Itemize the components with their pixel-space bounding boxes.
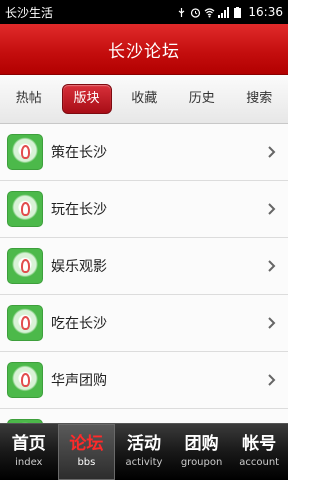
tab-hot-posts[interactable]: 热帖 [0,85,58,113]
tab-bar: 热帖 版块 收藏 历史 搜索 [0,75,288,124]
nav-bbs[interactable]: 论坛 bbs [57,424,116,480]
nav-activity[interactable]: 活动 activity [115,424,173,480]
chevron-right-icon [268,317,276,329]
title-bar: 长沙论坛 [0,24,288,75]
list-item[interactable]: 策在长沙 [0,124,288,181]
nav-sublabel: groupon [180,457,223,468]
board-thumbnail-icon [7,248,43,284]
list-item[interactable] [0,409,288,424]
list-item[interactable]: 华声团购 [0,352,288,409]
tab-favorites[interactable]: 收藏 [116,85,174,113]
bottom-nav: 首页 index 论坛 bbs 活动 activity 团购 groupon 帐… [0,423,288,480]
nav-label: 活动 [126,434,161,454]
page-title: 长沙论坛 [108,41,180,62]
status-icons: 16:36 [176,5,288,19]
wifi-icon [205,7,215,17]
list-item-label: 吃在长沙 [51,316,107,332]
alarm-icon [191,7,201,18]
usb-icon [179,7,185,17]
nav-account[interactable]: 帐号 account [230,424,288,480]
board-thumbnail-icon [7,134,43,170]
nav-label: 帐号 [242,434,277,454]
board-thumbnail-icon [7,362,43,398]
tab-search[interactable]: 搜索 [231,85,289,113]
nav-label: 团购 [184,434,219,454]
status-app-name: 长沙生活 [5,5,54,20]
nav-sublabel: bbs [77,457,96,468]
board-thumbnail-icon [7,305,43,341]
tab-history[interactable]: 历史 [173,85,231,113]
list-item-label: 玩在长沙 [51,202,107,218]
list-item[interactable]: 玩在长沙 [0,181,288,238]
nav-sublabel: account [239,457,280,468]
battery-icon [234,6,242,18]
list-item-label: 策在长沙 [51,145,107,161]
list-item-label: 华声团购 [51,373,107,389]
chevron-right-icon [268,374,276,386]
chevron-right-icon [268,146,276,158]
nav-label: 首页 [11,434,46,454]
status-bar: 长沙生活 16:36 [0,0,288,24]
tab-boards[interactable]: 版块 [61,84,112,114]
nav-groupon[interactable]: 团购 groupon [173,424,231,480]
nav-sublabel: activity [125,457,163,468]
signal-icon [218,6,230,18]
list-item[interactable]: 吃在长沙 [0,295,288,352]
board-list: 策在长沙 玩在长沙 娱乐观影 吃在长沙 华声团购 [0,124,288,424]
board-thumbnail-icon [7,191,43,227]
nav-sublabel: index [15,457,43,468]
list-item[interactable]: 娱乐观影 [0,238,288,295]
nav-label: 论坛 [69,434,104,454]
chevron-right-icon [268,203,276,215]
chevron-right-icon [268,260,276,272]
status-time: 16:36 [248,5,283,19]
list-item-label: 娱乐观影 [51,259,107,275]
nav-index[interactable]: 首页 index [0,424,58,480]
